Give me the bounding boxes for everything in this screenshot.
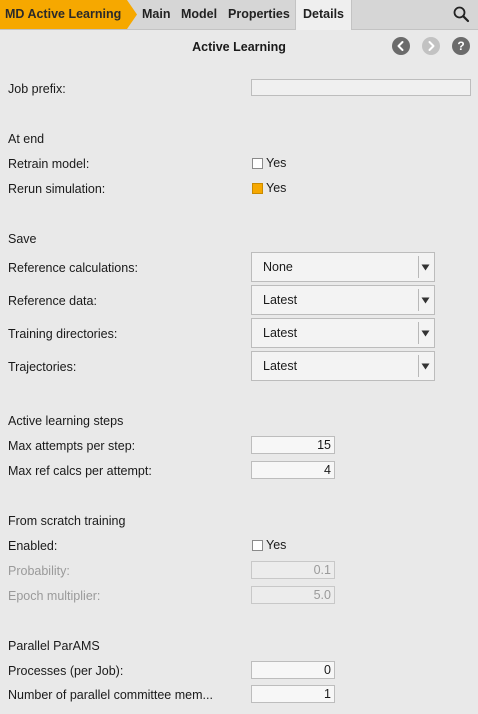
tab-model[interactable]: Model <box>181 0 217 29</box>
max-attempts-label: Max attempts per step: <box>8 439 136 453</box>
chevron-down-icon[interactable] <box>421 330 430 337</box>
reference-data-value: Latest <box>263 293 298 307</box>
from-scratch-enabled-label: Enabled: <box>8 539 58 553</box>
section-at-end: At end <box>8 132 45 146</box>
reference-data-select[interactable]: Latest <box>251 285 435 315</box>
module-tab[interactable]: MD Active Learning <box>0 0 138 29</box>
section-active-learning-steps: Active learning steps <box>8 414 124 428</box>
max-ref-calcs-input[interactable]: 4 <box>251 461 335 479</box>
chevron-down-icon[interactable] <box>421 363 430 370</box>
max-ref-calcs-label: Max ref calcs per attempt: <box>8 464 152 478</box>
probability-input[interactable]: 0.1 <box>251 561 335 579</box>
job-prefix-label: Job prefix: <box>8 82 66 96</box>
chevron-right-icon[interactable] <box>422 37 440 55</box>
epoch-multiplier-label: Epoch multiplier: <box>8 589 101 603</box>
from-scratch-enabled-option: Yes <box>266 538 287 552</box>
module-tab-label: MD Active Learning <box>5 7 122 21</box>
rerun-simulation-box[interactable] <box>252 183 263 194</box>
from-scratch-enabled-box[interactable] <box>252 540 263 551</box>
select-divider <box>418 256 419 278</box>
help-glyph: ? <box>457 39 465 53</box>
reference-data-label: Reference data: <box>8 294 97 308</box>
chevron-down-icon[interactable] <box>421 297 430 304</box>
parallel-committee-members-input[interactable]: 1 <box>251 685 335 703</box>
tab-details[interactable]: Details <box>295 0 352 30</box>
tab-properties[interactable]: Properties <box>228 0 290 29</box>
section-parallel-params: Parallel ParAMS <box>8 639 100 653</box>
training-directories-select[interactable]: Latest <box>251 318 435 348</box>
retrain-model-label: Retrain model: <box>8 157 90 171</box>
processes-per-job-label: Processes (per Job): <box>8 664 124 678</box>
job-prefix-input[interactable] <box>251 79 471 96</box>
probability-label: Probability: <box>8 564 70 578</box>
max-attempts-input[interactable]: 15 <box>251 436 335 454</box>
search-icon[interactable] <box>452 5 470 23</box>
tab-main-label: Main <box>142 7 171 21</box>
tab-bar: MD Active Learning Main Model Properties… <box>0 0 478 30</box>
rerun-simulation-option: Yes <box>266 181 287 195</box>
reference-calculations-label: Reference calculations: <box>8 261 138 275</box>
chevron-left-icon[interactable] <box>392 37 410 55</box>
reference-calculations-value: None <box>263 260 293 274</box>
tab-properties-label: Properties <box>228 7 290 21</box>
section-from-scratch-training: From scratch training <box>8 514 126 528</box>
training-directories-label: Training directories: <box>8 327 118 341</box>
reference-calculations-select[interactable]: None <box>251 252 435 282</box>
epoch-multiplier-input[interactable]: 5.0 <box>251 586 335 604</box>
select-divider <box>418 322 419 344</box>
trajectories-label: Trajectories: <box>8 360 77 374</box>
retrain-model-option: Yes <box>266 156 287 170</box>
section-save: Save <box>8 232 37 246</box>
tab-details-label: Details <box>303 7 344 21</box>
help-icon[interactable]: ? <box>452 37 470 55</box>
processes-per-job-input[interactable]: 0 <box>251 661 335 679</box>
select-divider <box>418 355 419 377</box>
tab-model-label: Model <box>181 7 218 21</box>
trajectories-value: Latest <box>263 359 298 373</box>
rerun-simulation-label: Rerun simulation: <box>8 182 106 196</box>
parallel-committee-members-label: Number of parallel committee mem... <box>8 688 213 702</box>
retrain-model-box[interactable] <box>252 158 263 169</box>
tab-main[interactable]: Main <box>142 0 170 29</box>
select-divider <box>418 289 419 311</box>
chevron-down-icon[interactable] <box>421 264 430 271</box>
training-directories-value: Latest <box>263 326 298 340</box>
trajectories-select[interactable]: Latest <box>251 351 435 381</box>
